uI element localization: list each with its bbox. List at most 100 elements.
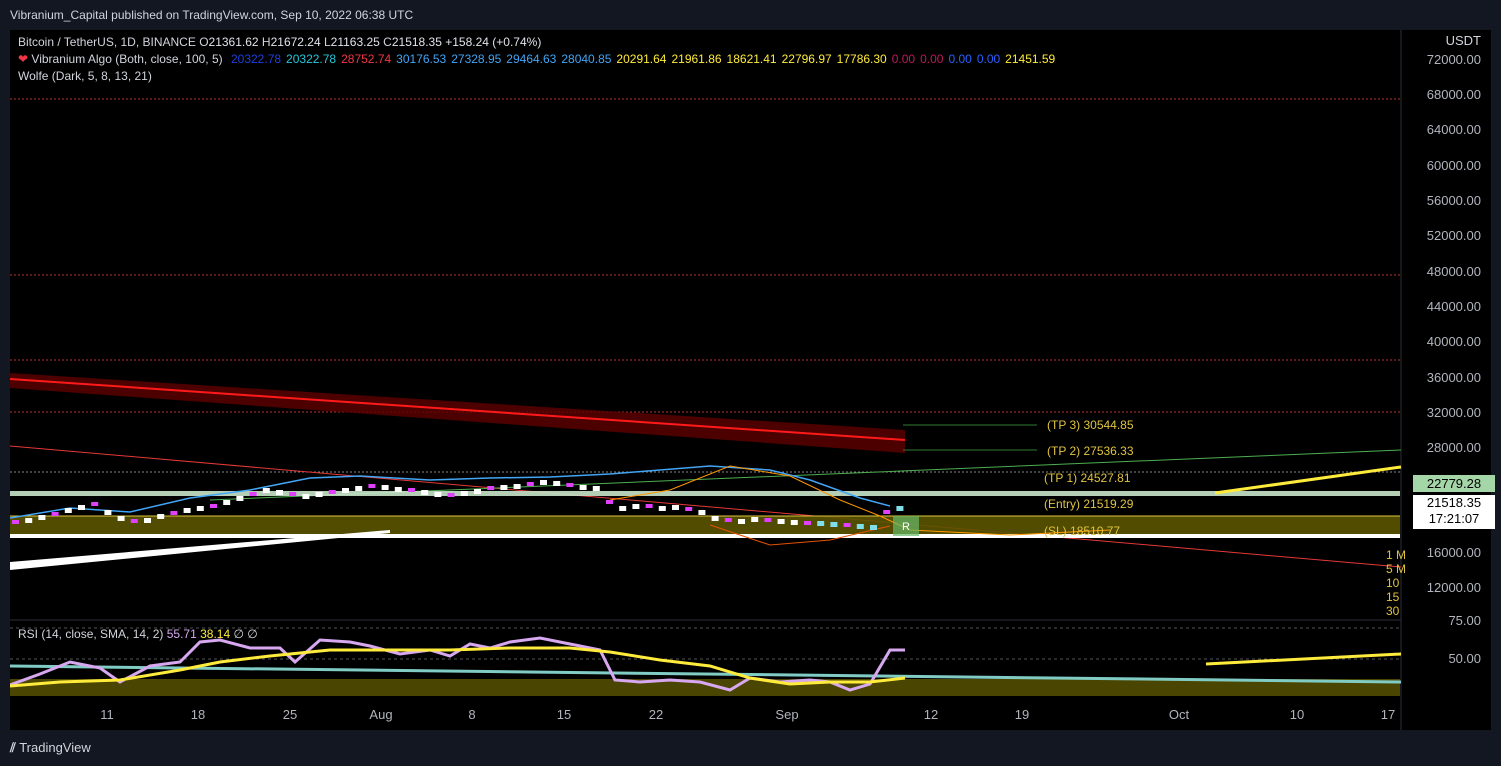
candle: [685, 507, 693, 511]
candle: [157, 514, 165, 519]
rsi-axis-label: 75.00: [1448, 613, 1481, 628]
price-axis-label: 72000.00: [1426, 52, 1481, 67]
algo-value: 0.00: [891, 52, 916, 66]
candle: [117, 516, 125, 521]
header-bar: Vibranium_Capital published on TradingVi…: [0, 0, 1501, 30]
time-axis-label: Oct: [1168, 707, 1190, 722]
chart-frame[interactable]: R Bitcoin / TetherUS, 1D, BINANCE O21361…: [10, 30, 1495, 730]
sl-label: (SL) 18510.77: [1044, 524, 1121, 538]
time-axis-label: 8: [468, 707, 476, 722]
algo-value: 0.00: [920, 52, 944, 66]
last-price-value: 21518.35: [1426, 495, 1482, 510]
ohlc-value-o: 21361.62: [208, 35, 259, 49]
algo-value: 20322.78: [230, 52, 282, 66]
candle: [421, 490, 429, 495]
candle: [711, 516, 719, 521]
candle: [289, 492, 297, 496]
candle: [553, 481, 561, 486]
time-axis-label: Sep: [775, 707, 799, 722]
sl-zone: [10, 516, 1400, 534]
ohlc-key-c: C: [379, 35, 392, 49]
algo-value: 17786.30: [836, 52, 887, 66]
ohlc-value-h: 21672.24: [270, 35, 321, 49]
bar-countdown: 17:21:07: [1428, 511, 1480, 526]
time-axis-label: 15: [556, 707, 572, 722]
price-axis-label: 48000.00: [1426, 264, 1481, 279]
rsi-zone: [10, 679, 1400, 696]
price-axis-label: 40000.00: [1426, 334, 1481, 349]
candle: [883, 510, 891, 514]
rsi-value: 55.71: [166, 627, 197, 641]
tradingview-logo[interactable]: ⫽ TradingView: [10, 740, 91, 756]
algo-value: 18621.41: [726, 52, 777, 66]
wolfe-legend: Wolfe (Dark, 5, 8, 13, 21): [18, 68, 152, 85]
timeframe-label: 15: [1386, 590, 1400, 604]
symbol-legend: Bitcoin / TetherUS, 1D, BINANCE O21361.6…: [18, 34, 541, 51]
wolfe-label: Wolfe (Dark, 5, 8, 13, 21): [18, 69, 152, 83]
time-axis-label: 10: [1289, 707, 1305, 722]
candle: [738, 519, 745, 524]
candle: [262, 488, 270, 493]
candle: [672, 505, 679, 510]
candle: [777, 519, 785, 524]
candle: [64, 508, 72, 513]
candle: [342, 488, 349, 493]
entry-label: (Entry) 21519.29: [1044, 497, 1134, 511]
candle: [817, 521, 825, 526]
price-axis-label: 52000.00: [1426, 228, 1481, 243]
timeframe-label: 1 M: [1386, 548, 1407, 562]
candle: [170, 511, 178, 515]
candle: [619, 506, 627, 511]
ohlc-key-h: H: [258, 35, 271, 49]
candle: [315, 492, 323, 497]
candle: [368, 484, 376, 488]
candle: [144, 518, 151, 523]
last-price-tag: 21518.35 17:21:07: [1413, 495, 1495, 529]
candle: [434, 492, 442, 497]
candle: [474, 489, 481, 494]
price-axis-label: 32000.00: [1426, 405, 1481, 420]
candle: [724, 518, 732, 522]
candle: [249, 492, 257, 496]
time-axis-label: 11: [100, 707, 114, 722]
candle: [51, 512, 59, 516]
price-axis-label: 16000.00: [1426, 545, 1481, 560]
rsi-label: RSI (14, close, SMA, 14, 2): [18, 627, 164, 641]
candle: [104, 510, 112, 515]
algo-legend: ❤ Vibranium Algo (Both, close, 100, 5) 2…: [18, 51, 1055, 68]
ohlc-values: O21361.62 H21672.24 L21163.25 C21518.35: [199, 35, 442, 49]
algo-value: 21451.59: [1005, 52, 1056, 66]
forecast-line: [1214, 465, 1402, 495]
price-chart[interactable]: R: [10, 30, 1491, 730]
price-axis-label: 64000.00: [1426, 122, 1481, 137]
ohlc-key-l: L: [320, 35, 331, 49]
candle: [130, 519, 138, 523]
candle: [276, 490, 283, 495]
candle: [487, 486, 495, 490]
candle: [830, 522, 838, 527]
algo-value: 0.00: [948, 52, 972, 66]
tradingview-brand: TradingView: [19, 740, 91, 755]
candle: [658, 506, 666, 511]
candle: [302, 494, 310, 499]
algo-indicator-label: Vibranium Algo (Both, close, 100, 5): [31, 52, 223, 66]
candle: [606, 500, 613, 504]
algo-value: 27328.95: [451, 52, 502, 66]
time-axis-label: 18: [190, 707, 206, 722]
candle: [645, 504, 653, 508]
buy-signal-label: R: [902, 521, 910, 533]
time-axis-label: 25: [282, 707, 298, 722]
horizontal-levels: [10, 98, 1400, 413]
candle: [38, 515, 46, 520]
ohlc-value-l: 21163.25: [330, 35, 380, 49]
price-axis-label: 12000.00: [1426, 580, 1481, 595]
candle: [381, 485, 389, 490]
symbol-name: Bitcoin / TetherUS, 1D, BINANCE: [18, 35, 196, 49]
price-axis-label: 28000.00: [1426, 440, 1481, 455]
downtrend-band: [10, 373, 905, 453]
candle: [540, 480, 547, 485]
candle: [408, 488, 415, 492]
candle: [856, 524, 864, 529]
rsi-axis-label: 50.00: [1448, 651, 1481, 666]
candle: [513, 484, 521, 489]
